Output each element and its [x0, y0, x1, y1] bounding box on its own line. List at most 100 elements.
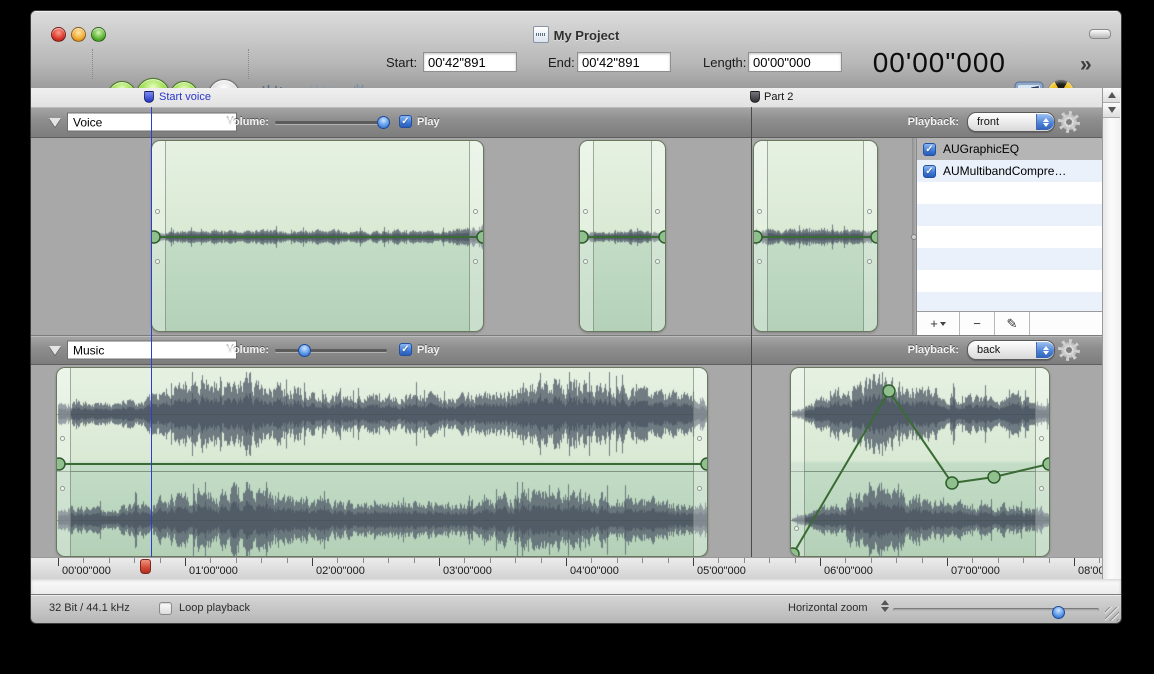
popup-stepper-icon: [1036, 114, 1054, 130]
volume-node-handle[interactable]: [477, 231, 484, 243]
volume-node-handle[interactable]: [988, 471, 1000, 483]
ruler-minor-tick: [464, 558, 465, 563]
volume-node-handle[interactable]: [659, 231, 666, 243]
ruler-major-tick: [693, 558, 694, 566]
edit-effect-button[interactable]: ✎: [995, 312, 1030, 335]
effect-row[interactable]: ✓ AUMultibandCompre…: [917, 160, 1102, 182]
toolbar: Start: End: Length: 00'00"000 »: [31, 41, 1121, 87]
zoom-slider-knob[interactable]: [1052, 606, 1065, 619]
effect-row[interactable]: [917, 182, 1102, 204]
effects-drawer-divider[interactable]: [912, 138, 916, 335]
effect-row[interactable]: [917, 248, 1102, 270]
ruler-minor-tick: [134, 558, 135, 563]
ruler-minor-tick: [414, 558, 415, 563]
playhead-pin[interactable]: [140, 559, 151, 574]
volume-slider-track[interactable]: [275, 121, 387, 124]
add-effect-button[interactable]: +: [917, 312, 960, 335]
ruler-minor-tick: [668, 558, 669, 563]
effect-enabled-checkbox[interactable]: ✓: [923, 165, 936, 178]
end-field[interactable]: [577, 52, 671, 72]
track-area-voice[interactable]: ✓AUGraphicEQ✓AUMultibandCompre…+−✎: [31, 138, 1121, 336]
volume-node-handle[interactable]: [883, 385, 895, 397]
track-area-music[interactable]: [31, 365, 1121, 560]
scroll-down-button[interactable]: [1103, 103, 1120, 118]
volume-node-handle[interactable]: [1043, 458, 1050, 470]
track-name-field[interactable]: [67, 341, 237, 360]
audio-clip[interactable]: [56, 367, 708, 557]
ruler-minor-tick: [845, 558, 846, 563]
audio-clip[interactable]: [790, 367, 1050, 557]
popup-stepper-icon: [1036, 342, 1054, 358]
remove-effect-button[interactable]: −: [960, 312, 995, 335]
audio-clip[interactable]: [579, 140, 666, 332]
ruler-major-tick: [58, 558, 59, 566]
volume-node-handle[interactable]: [871, 231, 878, 243]
ruler-minor-tick: [261, 558, 262, 563]
play-checkbox[interactable]: ✓: [399, 343, 412, 356]
effect-enabled-checkbox[interactable]: ✓: [923, 143, 936, 156]
volume-node-handle[interactable]: [790, 548, 799, 557]
volume-node-handle[interactable]: [56, 458, 65, 470]
ruler-major-tick: [1074, 558, 1075, 566]
ruler-minor-tick: [617, 558, 618, 563]
play-checkbox[interactable]: ✓: [399, 115, 412, 128]
ruler-major-tick: [947, 558, 948, 566]
track-name-field[interactable]: [67, 113, 237, 132]
playback-popup[interactable]: front: [967, 112, 1055, 132]
playback-popup[interactable]: back: [967, 340, 1055, 360]
disclosure-triangle-icon[interactable]: [49, 346, 61, 355]
volume-envelope[interactable]: [580, 141, 666, 332]
resize-grip[interactable]: [1105, 607, 1119, 621]
volume-node-handle[interactable]: [579, 231, 588, 243]
timeline-ruler[interactable]: 00'00"00001'00"00002'00"00003'00"00004'0…: [31, 557, 1121, 580]
effect-row[interactable]: ✓AUGraphicEQ: [917, 138, 1102, 160]
scroll-up-button[interactable]: [1103, 88, 1120, 103]
volume-node-handle[interactable]: [753, 231, 762, 243]
volume-envelope[interactable]: [791, 368, 1050, 557]
marker-pin-icon[interactable]: [144, 91, 154, 103]
audio-clip[interactable]: [753, 140, 878, 332]
start-field[interactable]: [423, 52, 517, 72]
zoom-slider-track[interactable]: [893, 608, 1099, 612]
ruler-minor-tick: [388, 558, 389, 563]
ruler-time-label: 01'00"000: [189, 565, 238, 577]
ruler-time-label: 07'00"000: [951, 565, 1000, 577]
volume-slider-track[interactable]: [275, 349, 387, 352]
volume-envelope[interactable]: [152, 141, 484, 332]
volume-node-handle[interactable]: [701, 458, 708, 470]
marker-strip[interactable]: Start voice Part 2: [31, 88, 1121, 108]
volume-slider-knob[interactable]: [298, 344, 311, 357]
volume-envelope[interactable]: [57, 368, 708, 557]
vertical-scrollbar[interactable]: [1102, 88, 1121, 579]
disclosure-triangle-icon[interactable]: [49, 118, 61, 127]
volume-node-handle[interactable]: [946, 477, 958, 489]
marker-pin-icon[interactable]: [750, 91, 760, 103]
zoom-stepper[interactable]: [881, 600, 889, 612]
effect-name: AUMultibandCompre…: [943, 164, 1066, 178]
volume-node-handle[interactable]: [151, 231, 160, 243]
gear-icon[interactable]: [1061, 114, 1077, 130]
ruler-minor-tick: [1099, 558, 1100, 563]
effect-row[interactable]: [917, 204, 1102, 226]
ruler-major-tick: [439, 558, 440, 566]
popup-up-arrow-icon: [1043, 346, 1049, 350]
marker-label[interactable]: Part 2: [764, 91, 793, 103]
gear-icon[interactable]: [1061, 342, 1077, 358]
app-window: My Project: [30, 10, 1122, 624]
toolbar-separator: [92, 49, 93, 79]
playhead-line: [151, 107, 152, 557]
volume-slider-knob[interactable]: [377, 116, 390, 129]
marker-label[interactable]: Start voice: [159, 91, 211, 103]
popup-down-arrow-icon: [1043, 351, 1049, 355]
ruler-minor-tick: [998, 558, 999, 563]
toolbar-toggle-pill[interactable]: [1089, 29, 1111, 39]
effect-row[interactable]: [917, 270, 1102, 292]
loop-playback-checkbox[interactable]: [159, 602, 172, 615]
volume-envelope[interactable]: [754, 141, 878, 332]
tracks-container: Volume:✓PlayPlayback:front✓AUGraphicEQ✓A…: [31, 107, 1121, 560]
toolbar-overflow-button[interactable]: »: [1080, 53, 1092, 77]
audio-clip[interactable]: [151, 140, 484, 332]
add-effect-dropdown-icon: [940, 322, 946, 326]
effect-row[interactable]: [917, 226, 1102, 248]
play-label: Play: [417, 116, 440, 128]
